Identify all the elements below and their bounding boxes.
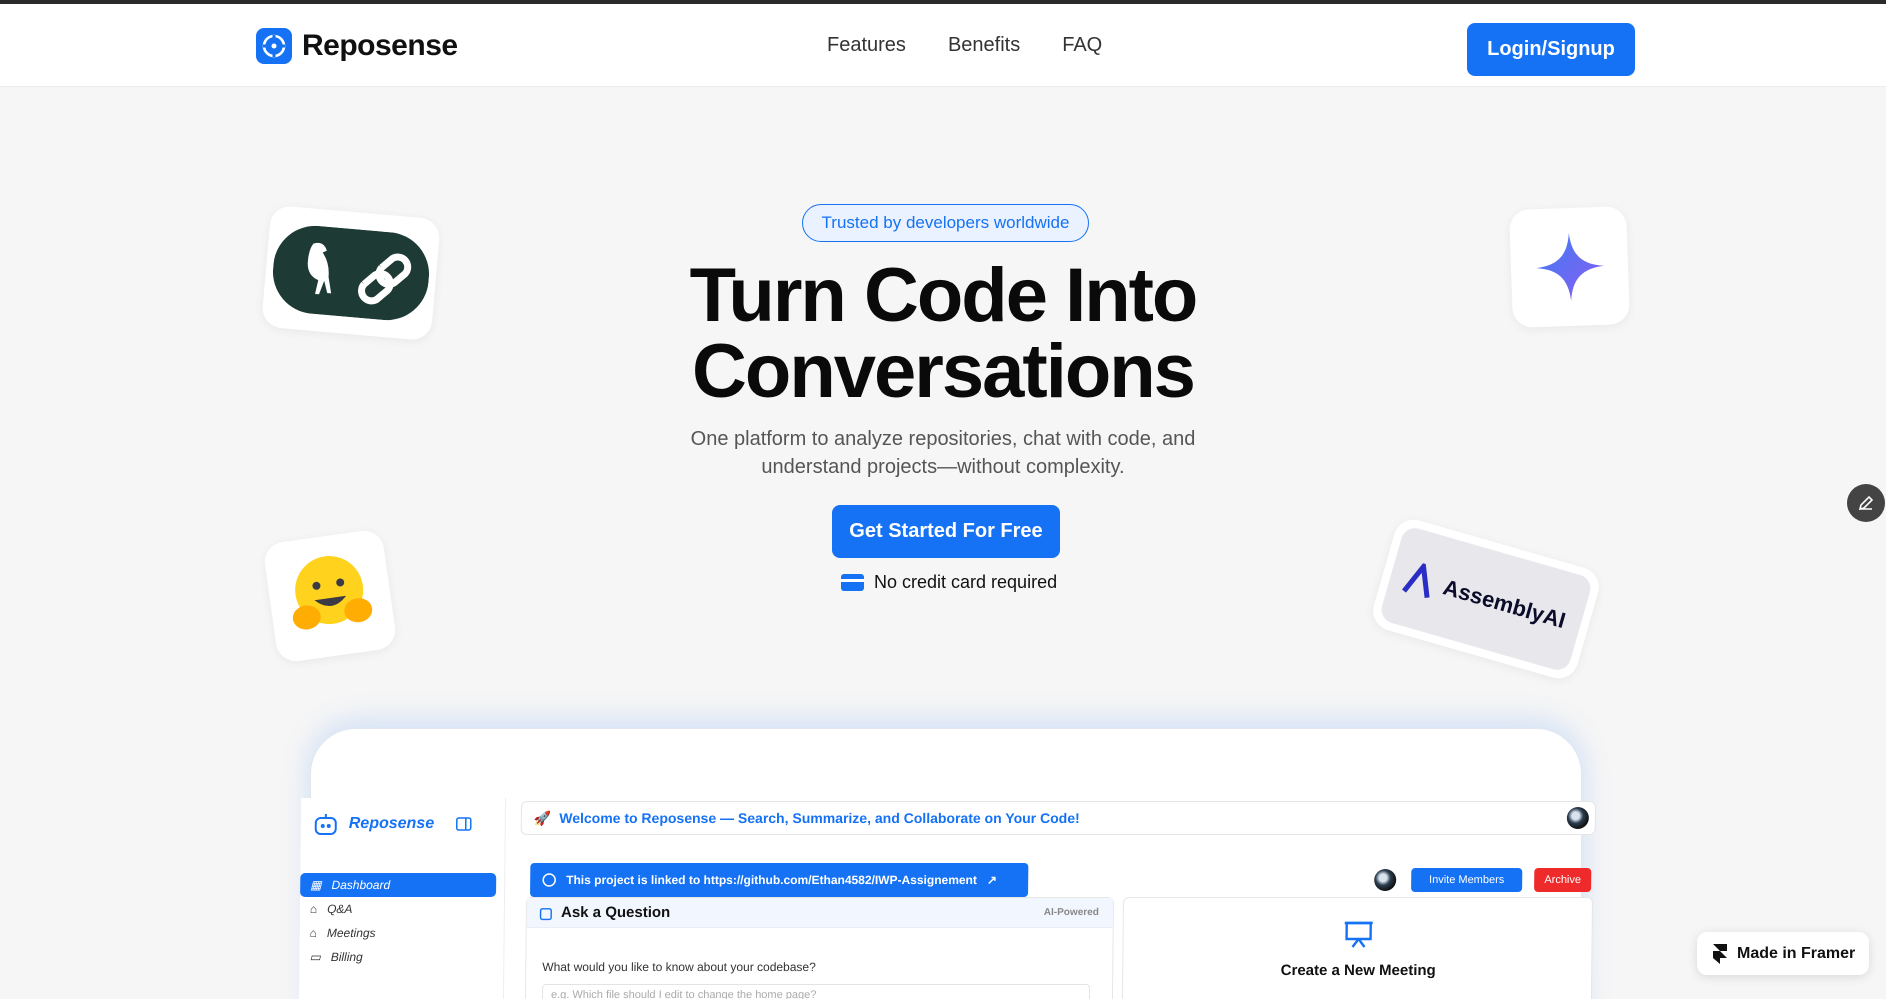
assemblyai-logo-card: AssemblyAI <box>1368 514 1604 684</box>
reposense-logo-icon <box>256 28 292 64</box>
rocket-icon: 🚀 <box>533 809 552 826</box>
external-link-icon: ↗ <box>986 873 998 887</box>
parrot-link-icon <box>272 225 430 321</box>
sidebar-item-dashboard[interactable]: ▦ Dashboard <box>300 873 497 897</box>
preview-sidebar-logo: Reposense <box>313 812 473 836</box>
chat-bubble-icon: ▢ <box>538 904 554 922</box>
sparkle-icon <box>1535 233 1604 301</box>
ask-question-header: ▢ Ask a Question AI-Powered <box>526 898 1114 928</box>
presentation-icon: ⌂ <box>309 926 317 940</box>
top-navbar: Reposense Features Benefits FAQ Login/Si… <box>0 4 1886 87</box>
preview-logo-text: Reposense <box>348 815 435 832</box>
no-credit-card-note: No credit card required <box>841 572 1057 593</box>
ask-question-title: Ask a Question <box>560 904 671 921</box>
welcome-banner: 🚀 Welcome to Reposense — Search, Summari… <box>520 801 1597 835</box>
linked-repo-banner[interactable]: This project is linked to https://github… <box>530 863 1029 897</box>
hugging-face-emoji <box>292 556 373 630</box>
brand-name: Reposense <box>302 29 458 62</box>
assemblyai-wordmark: AssemblyAI <box>1440 574 1569 634</box>
invite-members-button[interactable]: Invite Members <box>1411 868 1523 892</box>
pencil-icon <box>1858 495 1874 511</box>
sidebar-item-qa[interactable]: ⌂ Q&A <box>300 897 496 921</box>
ai-powered-tag: AI-Powered <box>1043 907 1099 918</box>
preview-sidebar: Reposense ▦ Dashboard ⌂ Q&A ⌂ Meetings ▭… <box>298 798 507 999</box>
langchain-logo-card <box>261 204 441 342</box>
made-in-framer-badge[interactable]: Made in Framer <box>1697 932 1869 975</box>
nav-link-faq[interactable]: FAQ <box>1062 34 1102 57</box>
presentation-icon <box>1344 921 1373 948</box>
linked-repo-text: This project is linked to https://github… <box>566 873 977 887</box>
hero-title-line2: Conversations <box>692 329 1196 414</box>
assemblyai-icon <box>1402 560 1430 598</box>
get-started-button[interactable]: Get Started For Free <box>832 505 1060 558</box>
ask-question-card: ▢ Ask a Question AI-Powered What would y… <box>524 897 1115 999</box>
sidebar-item-label: Q&A <box>327 902 353 916</box>
no-credit-card-text: No credit card required <box>874 572 1058 592</box>
sidebar-item-billing[interactable]: ▭ Billing <box>299 945 495 969</box>
gemini-logo-card <box>1508 205 1631 329</box>
framer-badge-text: Made in Framer <box>1737 944 1856 962</box>
brand-logo[interactable]: Reposense <box>256 28 458 64</box>
preview-main: 🚀 Welcome to Reposense — Search, Summari… <box>519 798 1597 999</box>
create-meeting-title: Create a New Meeting <box>1280 962 1436 979</box>
github-icon <box>542 873 556 887</box>
robot-logo-icon <box>314 814 337 835</box>
nav-link-features[interactable]: Features <box>827 34 906 57</box>
credit-card-icon: ▭ <box>309 950 321 964</box>
sidebar-item-meetings[interactable]: ⌂ Meetings <box>300 921 496 945</box>
huggingface-logo-card <box>262 528 398 664</box>
trusted-badge: Trusted by developers worldwide <box>802 204 1089 242</box>
question-input[interactable]: e.g. Which file should I edit to change … <box>541 984 1091 999</box>
assemblyai-inner: AssemblyAI <box>1378 524 1594 674</box>
archive-button[interactable]: Archive <box>1534 868 1592 892</box>
framer-icon <box>1713 943 1727 964</box>
app-preview: Reposense ▦ Dashboard ⌂ Q&A ⌂ Meetings ▭… <box>298 798 1601 999</box>
ask-question-prompt: What would you like to know about your c… <box>542 960 816 974</box>
hero-subtitle: One platform to analyze repositories, ch… <box>690 428 1196 478</box>
dashboard-icon: ▦ <box>310 878 322 892</box>
hero-title-line1: Turn Code Into <box>689 253 1199 338</box>
edit-pencil-button[interactable] <box>1847 484 1885 522</box>
create-meeting-card: Create a New Meeting <box>1121 897 1594 999</box>
sidebar-toggle-icon[interactable] <box>456 817 472 831</box>
sidebar-item-label: Billing <box>330 950 363 964</box>
sidebar-item-label: Meetings <box>326 926 376 940</box>
login-signup-button[interactable]: Login/Signup <box>1467 23 1635 76</box>
nav-links: Features Benefits FAQ <box>827 34 1102 57</box>
nav-link-benefits[interactable]: Benefits <box>948 34 1020 57</box>
hero-title: Turn Code Into Conversations <box>600 258 1286 410</box>
avatar[interactable] <box>1566 807 1589 829</box>
credit-card-icon <box>841 574 864 591</box>
bot-icon: ⌂ <box>309 902 318 916</box>
sidebar-item-label: Dashboard <box>331 878 391 892</box>
welcome-text: Welcome to Reposense — Search, Summarize… <box>559 810 1080 826</box>
avatar[interactable] <box>1374 869 1397 891</box>
